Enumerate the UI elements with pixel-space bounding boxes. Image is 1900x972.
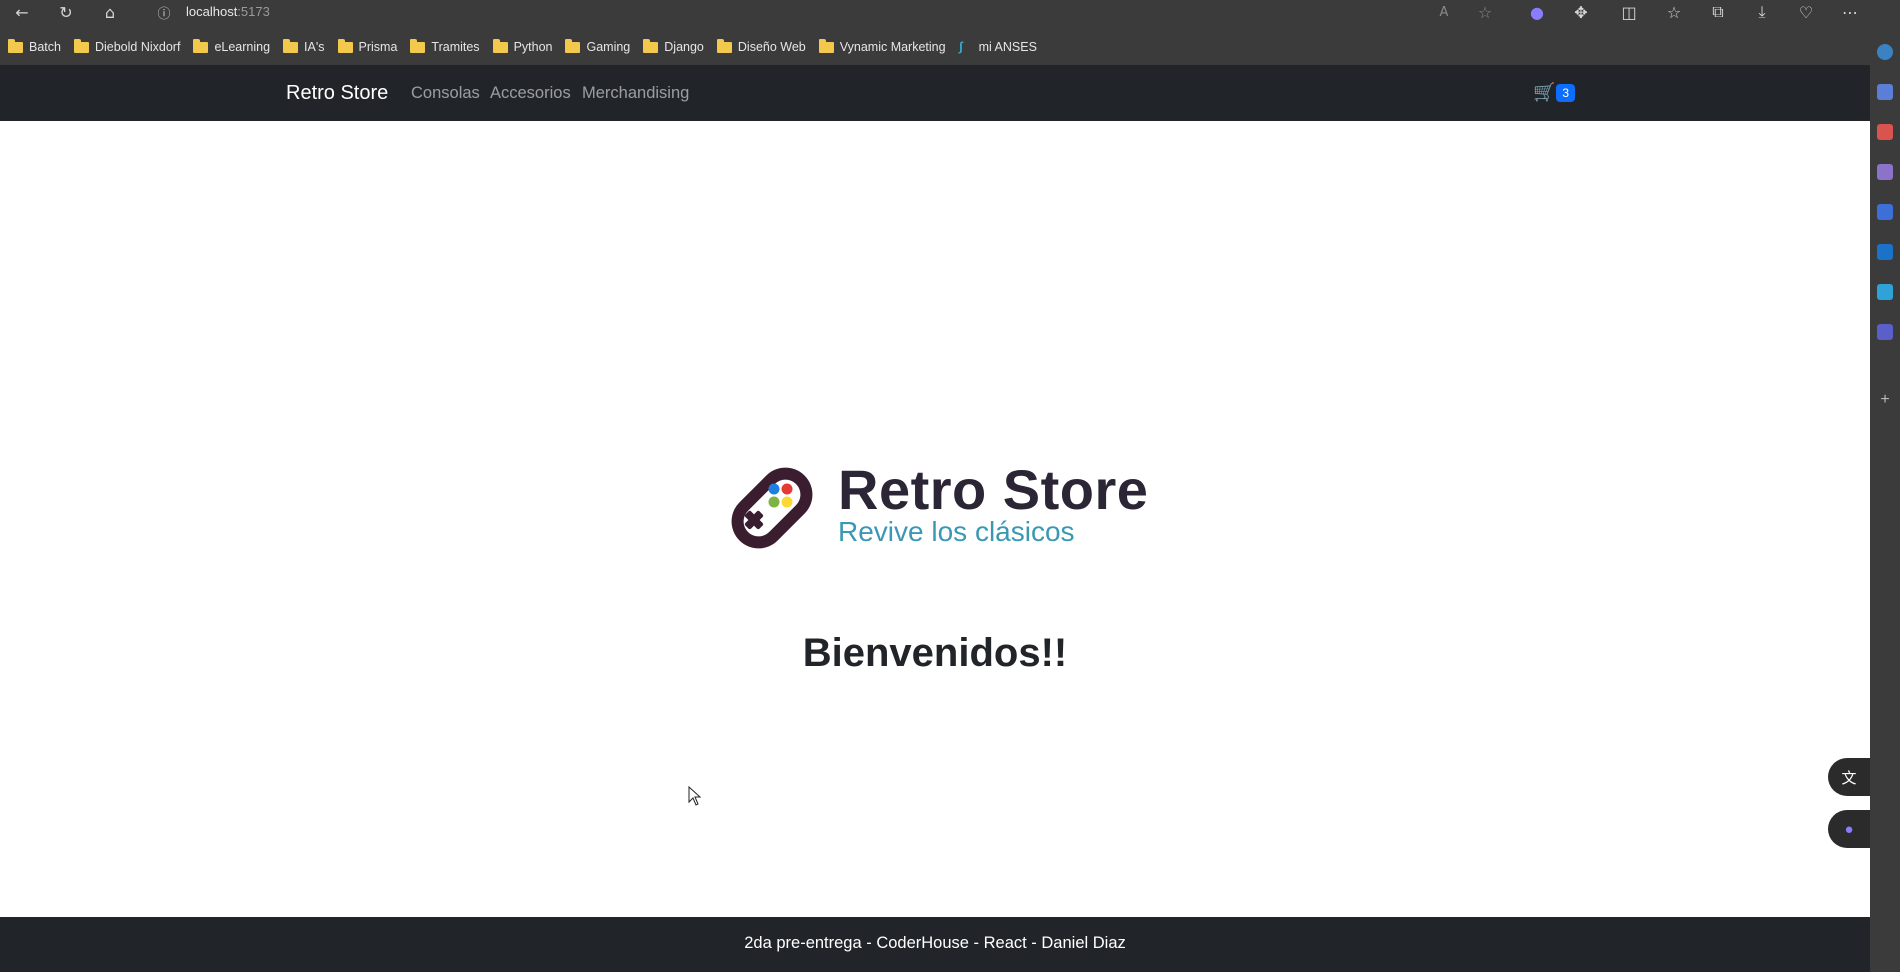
folder-icon — [283, 38, 299, 53]
url-host: localhost — [186, 4, 238, 19]
folder-icon — [8, 38, 23, 53]
gamepad-logo-icon — [731, 467, 813, 549]
extensions-icon[interactable]: ✥ — [1569, 0, 1593, 24]
outlook-icon[interactable] — [1877, 244, 1893, 260]
browser-toolbar: ← ↻ ⌂ ⓘ localhost:5173 A ☆ ● ✥ ◫ ☆ ⧉ ⤓ ♡… — [0, 0, 1900, 24]
mouse-cursor-icon — [688, 786, 702, 806]
collections-icon[interactable]: ⧉ — [1706, 0, 1730, 24]
bookmark-item[interactable]: Diebold Nixdorf — [73, 38, 181, 54]
bookmark-item[interactable]: Python — [492, 38, 553, 54]
bookmark-label: Django — [664, 40, 704, 54]
split-screen-icon[interactable]: ◫ — [1617, 0, 1641, 24]
bookmark-item[interactable]: eLearning — [193, 38, 271, 54]
downloads-icon[interactable]: ⤓ — [1750, 0, 1774, 24]
reload-icon[interactable]: ↻ — [54, 0, 78, 24]
bookmark-item[interactable]: Diseño Web — [716, 38, 806, 54]
browser-sidebar: + — [1870, 36, 1900, 972]
nav-link-accesorios[interactable]: Accesorios — [490, 84, 571, 103]
welcome-heading: Bienvenidos!! — [802, 631, 1068, 675]
bookmark-item[interactable]: Tramites — [410, 38, 480, 54]
bookmark-item[interactable]: Django — [643, 38, 704, 54]
bookmark-label: Python — [513, 40, 553, 54]
footer: 2da pre-entrega - CoderHouse - React - D… — [0, 917, 1870, 972]
anses-icon: ʃ — [958, 39, 963, 54]
bookmark-label: Tramites — [431, 40, 480, 54]
url-port: :5173 — [237, 4, 270, 19]
folder-icon — [643, 38, 659, 53]
search-icon[interactable] — [1877, 44, 1893, 60]
bookmark-label: Batch — [29, 40, 61, 54]
navbar-brand[interactable]: Retro Store — [286, 82, 388, 105]
translate-icon[interactable]: 文 — [1828, 758, 1870, 796]
bookmark-label: Prisma — [358, 40, 398, 54]
bookmark-item[interactable]: ʃ mi ANSES — [958, 39, 1037, 55]
favorites-icon[interactable]: ☆ — [1662, 0, 1686, 24]
home-icon[interactable]: ⌂ — [98, 0, 122, 24]
address-bar[interactable]: localhost:5173 — [186, 4, 270, 19]
browser-window: ← ↻ ⌂ ⓘ localhost:5173 A ☆ ● ✥ ◫ ☆ ⧉ ⤓ ♡… — [0, 0, 1900, 972]
cart-widget[interactable]: 🛒 3 — [1533, 82, 1576, 103]
back-icon[interactable]: ← — [10, 0, 34, 24]
cart-icon: 🛒 — [1533, 82, 1556, 103]
folder-icon — [492, 38, 508, 53]
drop-icon[interactable] — [1877, 284, 1893, 300]
bookmark-label: Diebold Nixdorf — [94, 40, 181, 54]
footer-text: 2da pre-entrega - CoderHouse - React - D… — [744, 934, 1126, 952]
logo-title: Retro Store — [838, 458, 1149, 521]
add-icon[interactable]: + — [1877, 392, 1893, 408]
read-aloud-icon[interactable]: A — [1432, 0, 1456, 24]
folder-icon — [818, 38, 834, 53]
games-icon[interactable] — [1877, 164, 1893, 180]
bookmark-label: Diseño Web — [737, 40, 806, 54]
bookmark-label: mi ANSES — [978, 40, 1037, 54]
bookmark-item[interactable]: Gaming — [565, 38, 631, 54]
cart-count-badge: 3 — [1556, 83, 1576, 102]
bookmark-item[interactable]: IA's — [283, 38, 325, 54]
logo-subtitle: Revive los clásicos — [838, 516, 1075, 547]
bookmark-item[interactable]: Vynamic Marketing — [818, 38, 946, 54]
bookmark-item[interactable]: Prisma — [337, 38, 398, 54]
bookmark-label: Gaming — [586, 40, 631, 54]
favorite-star-icon[interactable]: ☆ — [1473, 0, 1497, 24]
navbar: Retro Store Consolas Accesorios Merchand… — [0, 65, 1870, 121]
folder-icon — [73, 38, 89, 53]
folder-icon — [716, 38, 732, 53]
microsoft-365-icon[interactable] — [1877, 204, 1893, 220]
bookmark-label: eLearning — [214, 40, 271, 54]
bookmark-item[interactable]: Batch — [8, 38, 61, 54]
copilot-floating-icon[interactable]: ● — [1828, 810, 1870, 848]
bookmarks-bar: Batch Diebold Nixdorf eLearning IA's Pri… — [0, 36, 1870, 58]
teams-icon[interactable] — [1877, 324, 1893, 340]
nav-link-merchandising[interactable]: Merchandising — [582, 84, 689, 103]
copilot-extension-icon[interactable]: ● — [1525, 0, 1549, 24]
site-info-icon[interactable]: ⓘ — [152, 0, 176, 24]
browser-essentials-icon[interactable]: ♡ — [1794, 0, 1818, 24]
folder-icon — [337, 38, 353, 53]
page-viewport: Retro Store Consolas Accesorios Merchand… — [0, 65, 1870, 972]
tools-icon[interactable] — [1877, 124, 1893, 140]
folder-icon — [565, 38, 581, 53]
bookmark-label: IA's — [304, 40, 325, 54]
nav-link-consolas[interactable]: Consolas — [411, 84, 480, 103]
shopping-tag-icon[interactable] — [1877, 84, 1893, 100]
folder-icon — [410, 38, 426, 53]
bookmark-label: Vynamic Marketing — [839, 40, 946, 54]
folder-icon — [193, 38, 209, 53]
more-menu-icon[interactable]: ⋯ — [1838, 0, 1862, 24]
